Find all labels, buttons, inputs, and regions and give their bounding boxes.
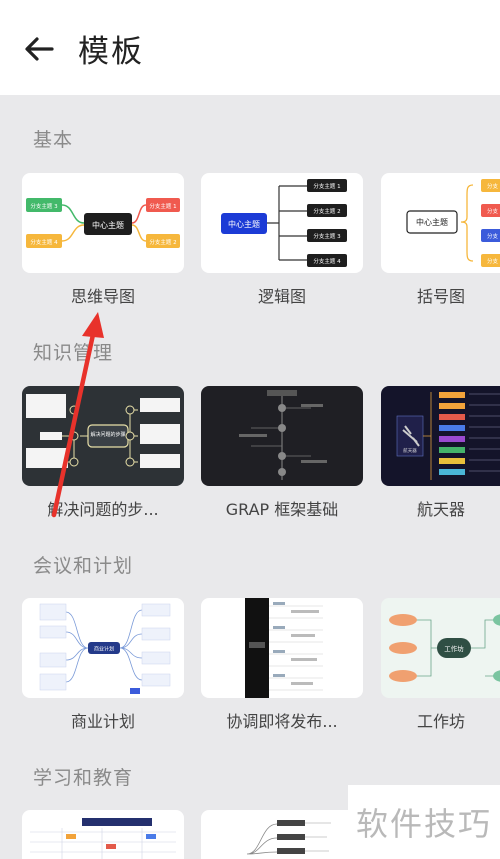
svg-text:分支主题 1: 分支主题 1 bbox=[313, 182, 340, 190]
template-label-business-plan: 商业计划 bbox=[70, 712, 135, 731]
svg-text:分支主题 3: 分支主题 3 bbox=[30, 202, 58, 210]
section-title-meeting-planning: 会议和计划 bbox=[33, 555, 134, 577]
svg-text:航天器: 航天器 bbox=[403, 447, 417, 454]
template-label-brace: 括号图 bbox=[416, 287, 465, 306]
education-preview-1 bbox=[30, 818, 176, 859]
template-card-education-2[interactable] bbox=[201, 810, 363, 859]
template-card-workshop[interactable]: 工作坊 bbox=[381, 598, 500, 698]
top-app-bar: 模板 bbox=[0, 0, 500, 95]
template-label-coordinate-release: 协调即将发布... bbox=[226, 712, 338, 731]
education-preview-2 bbox=[246, 820, 331, 855]
template-card-mindmap[interactable]: 中心主题 分支主题 3 分支主题 4 分支主题 1 分支主题 2 bbox=[22, 173, 184, 273]
svg-text:中心主题: 中心主题 bbox=[416, 217, 448, 227]
template-card-education-1[interactable] bbox=[22, 810, 184, 859]
svg-text:分支主题 4: 分支主题 4 bbox=[313, 257, 341, 265]
svg-text:分支主题 2: 分支主题 2 bbox=[313, 207, 340, 215]
template-card-grap[interactable] bbox=[201, 386, 363, 486]
section-title-knowledge: 知识管理 bbox=[33, 342, 114, 364]
svg-text:中心主题: 中心主题 bbox=[228, 219, 260, 229]
spacecraft-preview: 航天器 bbox=[396, 392, 500, 480]
coordinate-release-preview bbox=[245, 598, 323, 698]
solve-problem-preview: 解决问题的步骤 bbox=[26, 394, 180, 468]
template-card-business-plan[interactable]: 商业计划 bbox=[22, 598, 184, 698]
section-title-study-education: 学习和教育 bbox=[33, 767, 134, 789]
back-arrow-icon[interactable] bbox=[22, 32, 56, 66]
workshop-preview: 工作坊 bbox=[389, 614, 500, 682]
logic-preview: 中心主题 分支主题 1 分支主题 2 分支主题 3 分支主题 4 bbox=[221, 179, 347, 267]
template-card-coordinate-release[interactable] bbox=[201, 598, 363, 698]
mindmap-center-label: 中心主题 bbox=[92, 220, 124, 230]
grap-preview bbox=[239, 390, 327, 480]
template-label-workshop: 工作坊 bbox=[416, 712, 465, 731]
business-plan-preview: 商业计划 bbox=[39, 603, 171, 694]
svg-text:解决问题的步骤: 解决问题的步骤 bbox=[90, 431, 125, 438]
svg-text:分支: 分支 bbox=[487, 257, 499, 265]
svg-text:分支主题 1: 分支主题 1 bbox=[149, 202, 176, 210]
template-label-grap: GRAP 框架基础 bbox=[225, 500, 339, 519]
template-card-brace[interactable]: 中心主题 分支 分支 分支 分支 bbox=[381, 173, 500, 273]
page-title: 模板 bbox=[78, 34, 144, 70]
mindmap-preview: 中心主题 分支主题 3 分支主题 4 分支主题 1 分支主题 2 bbox=[26, 198, 180, 248]
template-label-logic: 逻辑图 bbox=[257, 287, 306, 306]
template-label-mindmap: 思维导图 bbox=[70, 287, 135, 306]
svg-text:分支主题 4: 分支主题 4 bbox=[30, 238, 58, 246]
svg-text:分支: 分支 bbox=[487, 207, 499, 215]
svg-text:工作坊: 工作坊 bbox=[444, 644, 464, 653]
template-label-spacecraft: 航天器 bbox=[416, 500, 465, 519]
section-title-basic: 基本 bbox=[33, 129, 74, 151]
svg-text:分支: 分支 bbox=[487, 232, 499, 240]
brace-preview: 中心主题 分支 分支 分支 分支 bbox=[406, 179, 500, 267]
template-card-spacecraft[interactable]: 航天器 bbox=[381, 386, 500, 486]
svg-text:分支主题 2: 分支主题 2 bbox=[149, 238, 176, 246]
template-card-logic[interactable]: 中心主题 分支主题 1 分支主题 2 分支主题 3 分支主题 4 bbox=[201, 173, 363, 273]
svg-text:商业计划: 商业计划 bbox=[94, 646, 114, 653]
svg-text:分支: 分支 bbox=[487, 182, 499, 190]
watermark-text: 软件技巧 bbox=[348, 785, 500, 859]
svg-text:分支主题 3: 分支主题 3 bbox=[313, 232, 341, 240]
template-card-solve-problem[interactable]: 解决问题的步骤 bbox=[22, 386, 184, 486]
template-label-solve-problem: 解决问题的步... bbox=[47, 500, 159, 519]
